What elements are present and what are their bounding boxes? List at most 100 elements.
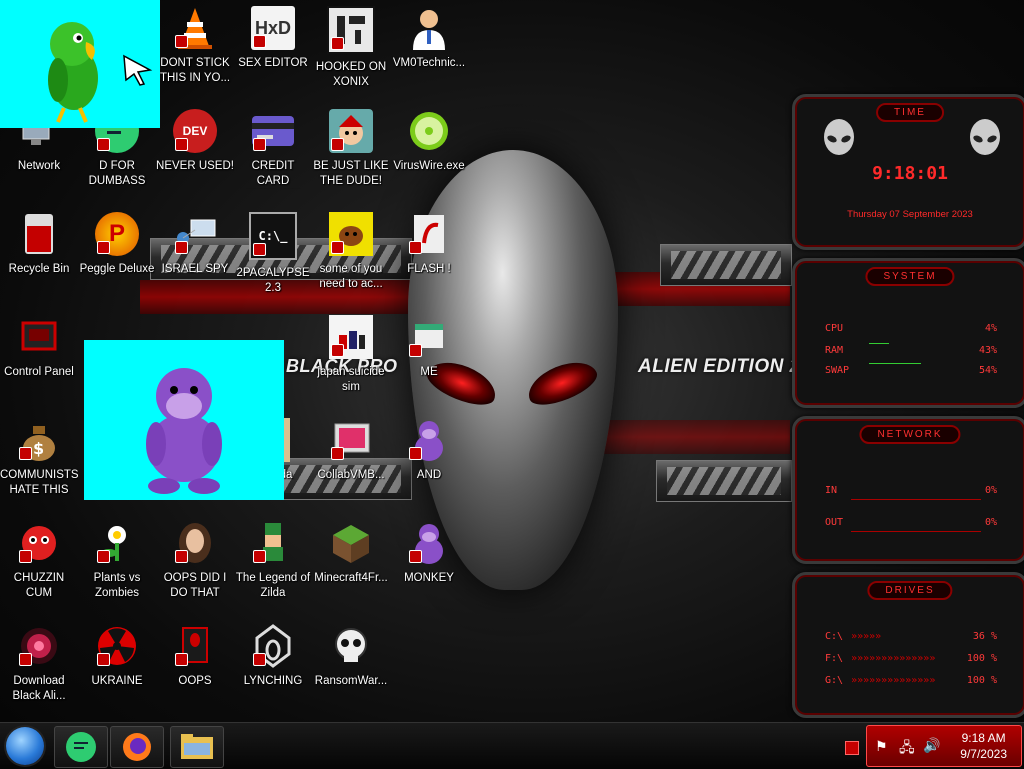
desktop-icon[interactable]: BE JUST LIKE THE DUDE! [312, 109, 390, 189]
show-hidden-icons-button[interactable] [845, 741, 859, 755]
start-button[interactable] [6, 727, 44, 765]
desktop-icon[interactable]: HxD SEX EDITOR [234, 6, 312, 71]
desktop-icon[interactable]: DONT STICK THIS IN YO... [156, 6, 234, 86]
ram-graph-line [869, 343, 889, 344]
icon-label: OOPS [178, 675, 212, 687]
desktop-icon[interactable]: CREDIT CARD CHECKER [234, 109, 312, 189]
devcpp-icon: DEV [173, 109, 217, 153]
taskbar-clock[interactable]: 9:18 AM 9/7/2023 [960, 730, 1007, 762]
system-panel-title: SYSTEM [865, 267, 955, 286]
network-panel: NETWORK IN 0% OUT 0% [792, 416, 1024, 564]
doctor-person-icon [407, 6, 451, 50]
desktop-icon[interactable]: some of you need to ac... [312, 212, 390, 292]
icon-label: japan suicide sim [317, 366, 385, 393]
desktop-icon[interactable]: VirusWire.exe [390, 109, 468, 174]
desktop-icon[interactable]: Plants vs Zombies [78, 521, 156, 601]
drive-c-row: C:\»»»»» 36 % [825, 631, 997, 642]
wallpaper-text-alien-edition: ALIEN EDITION 20 [638, 356, 812, 377]
traffic-cone-icon [173, 6, 217, 50]
desktop-icon[interactable]: LYNCHING [234, 624, 312, 689]
icon-label: RansomWar... [314, 675, 388, 687]
credit-card-icon [251, 109, 295, 153]
network-panel-title: NETWORK [859, 425, 961, 444]
icon-label: VM0Technic... [392, 57, 466, 69]
volume-icon[interactable]: 🔊 [923, 737, 940, 754]
firefox-icon [123, 733, 151, 761]
desktop-icon[interactable]: CollabVMB... [312, 418, 390, 483]
desktop-icon[interactable]: Recycle Bin [0, 212, 78, 277]
desktop-icon[interactable]: DEV NEVER USED! [156, 109, 234, 174]
cpu-row: CPU 4% [825, 323, 997, 334]
icon-label: Network [17, 160, 61, 172]
icon-label: Control Panel [4, 366, 74, 378]
lime-wheel-icon [407, 109, 451, 153]
swap-graph-line [869, 363, 921, 364]
desktop-icon[interactable]: RansomWar... [312, 624, 390, 689]
desktop-icon[interactable]: $ COMMUNISTS HATE THIS G... [0, 418, 78, 498]
drive-g-row: G:\»»»»»»»»»»»»»» 100 % [825, 675, 997, 686]
icon-label: 2PACALYPSE 2.3 [236, 267, 310, 294]
time-panel-title: TIME [876, 103, 944, 122]
time-panel: TIME 9:18:01 Thursday 07 September 2023 [792, 94, 1024, 250]
spy-network-icon [173, 212, 217, 256]
icon-label: Download Black Ali... [12, 675, 66, 702]
icon-label: LYNCHING [243, 675, 303, 687]
desktop-icon[interactable]: OOPS DID I DO THAT [156, 521, 234, 601]
desktop-icon[interactable]: OOPS [156, 624, 234, 689]
desktop-icon[interactable]: AND [390, 418, 468, 483]
icon-label: AND [416, 469, 442, 481]
discord-icon [66, 732, 96, 762]
bonzi-icon [407, 521, 451, 565]
drive-f-row: F:\»»»»»»»»»»»»»» 100 % [825, 653, 997, 664]
taskbar: ⚑ 🖧 🔊 9:18 AM 9/7/2023 [0, 722, 1024, 769]
desktop-icon[interactable]: C:\_ 2PACALYPSE 2.3 [234, 212, 312, 296]
icon-label: COMMUNISTS HATE THIS G... [0, 469, 78, 496]
desktop-icon[interactable]: ISRAEL SPY [156, 212, 234, 277]
swap-row: SWAP 54% [825, 365, 997, 376]
desktop-icon[interactable]: Minecraft4Fr... [312, 521, 390, 586]
purple-gorilla-icon [146, 368, 222, 494]
icon-label: some of you need to ac... [319, 263, 383, 290]
desktop-icon[interactable]: HOOKED ON XONIX [312, 6, 390, 90]
alienware-computer-icon [173, 624, 217, 668]
ram-row: RAM 43% [825, 345, 997, 356]
desktop-icon[interactable]: MONKEY [390, 521, 468, 586]
parrot-overlay[interactable] [0, 0, 160, 128]
icon-label: D FOR DUMBASS [88, 160, 146, 187]
svg-text:$: $ [33, 439, 44, 458]
icon-label: CollabVMB... [317, 469, 385, 481]
collab-vm-icon [329, 418, 373, 462]
taskbar-discord-button[interactable] [54, 726, 108, 768]
desktop-icon[interactable]: Control Panel [0, 315, 78, 380]
taskbar-firefox-button[interactable] [110, 726, 164, 768]
desktop-icon[interactable]: FLASH ! [390, 212, 468, 277]
flash-file-icon [407, 212, 451, 256]
icon-label: OOPS DID I DO THAT [163, 572, 227, 599]
network-out-graph [851, 531, 981, 532]
desktop-icon[interactable]: CHUZZIN CUM [0, 521, 78, 601]
desktop-icon[interactable]: The Legend of Zilda [234, 521, 312, 601]
folder-icon [181, 734, 213, 759]
icon-label: Peggle Deluxe [79, 263, 155, 275]
icon-label: DONT STICK THIS IN YO... [159, 57, 231, 84]
desktop-icon[interactable]: Download Black Ali... [0, 624, 78, 704]
portrait-icon [173, 521, 217, 565]
icon-label: Recycle Bin [8, 263, 70, 275]
desktop-icon[interactable]: UKRAINE [78, 624, 156, 689]
taskbar-explorer-button[interactable] [170, 726, 224, 768]
bonzi-buddy-overlay[interactable] [84, 340, 284, 500]
peggle-icon: P [95, 212, 139, 256]
flag-icon[interactable]: ⚑ [875, 738, 888, 755]
desktop-icon[interactable]: P Peggle Deluxe [78, 212, 156, 277]
desktop-icon[interactable]: VM0Technic... [390, 6, 468, 71]
icon-label: FLASH ! [407, 263, 451, 275]
system-tray: ⚑ 🖧 🔊 9:18 AM 9/7/2023 [866, 725, 1022, 767]
window-icon [407, 315, 451, 359]
network-out-row: OUT 0% [825, 517, 997, 528]
network-in-row: IN 0% [825, 485, 997, 496]
network-status-icon[interactable]: 🖧 [899, 737, 915, 761]
desktop-icon[interactable]: ME [390, 315, 468, 380]
desktop-icon[interactable]: japan suicide sim [312, 315, 390, 395]
alien-logo-icon [970, 119, 1000, 155]
chuzzle-icon [17, 521, 61, 565]
